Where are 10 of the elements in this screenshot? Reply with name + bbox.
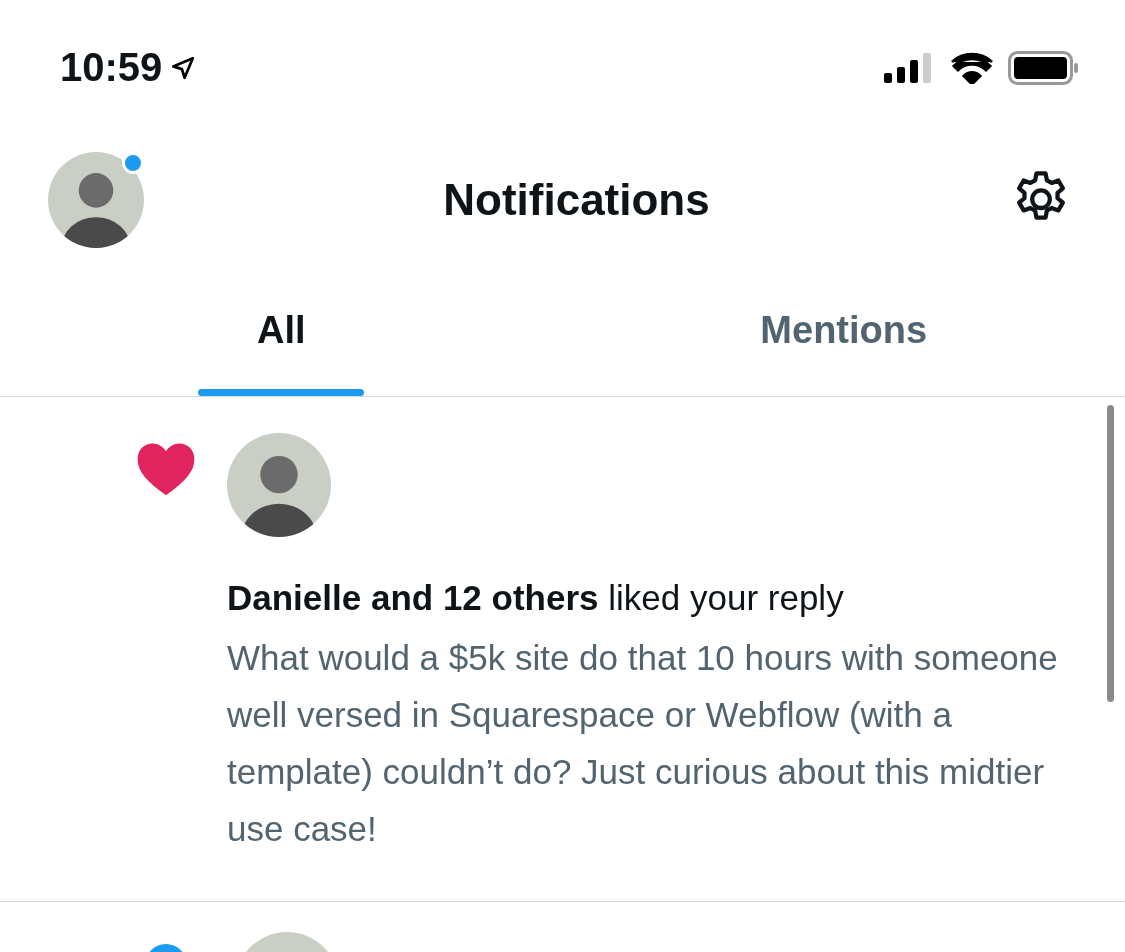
scrollbar[interactable] <box>1107 405 1114 702</box>
clock-time: 10:59 <box>60 45 163 90</box>
page-title: Notifications <box>443 175 710 225</box>
battery-icon <box>1008 50 1080 85</box>
notification-summary: Danielle and 12 others liked your reply <box>227 577 845 619</box>
tab[interactable]: All <box>0 265 563 396</box>
tab[interactable]: Mentions <box>562 265 1125 396</box>
reply-text: What would a $5k site do that 10 hours with someone well versed in Squarespace or Webflow (with a template) couldn’t do? Just curious about this midtier use case! <box>227 637 1059 850</box>
wifi-icon <box>950 51 994 84</box>
location-arrow-icon <box>170 54 197 81</box>
